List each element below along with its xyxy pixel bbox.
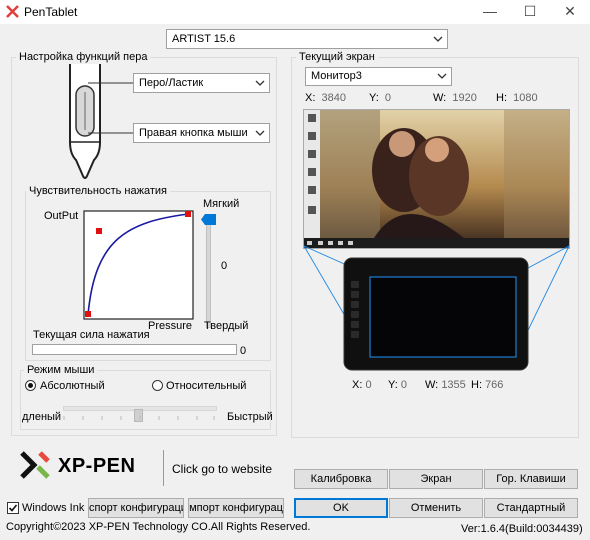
screen-w-label: W: [433,92,447,104]
upper-button-value: Перо/Ластик [139,77,204,89]
import-config-button[interactable]: мпорт конфигурац [188,498,284,518]
device-select-value: ARTIST 15.6 [172,33,236,45]
curve-control-point [96,228,102,234]
website-link[interactable]: Click go to website [172,462,272,476]
windows-ink-checkbox[interactable] [7,502,19,514]
chevron-down-icon [255,130,265,136]
chevron-down-icon [255,80,265,86]
version-text: Ver:1.6.4(Build:0034439) [461,523,583,535]
tablet-display-icon [343,257,529,371]
mouse-mode-title: Режим мыши [24,364,98,376]
tablet-x-value: 0 [365,379,372,391]
windows-ink-label: Windows Ink [22,502,85,514]
tablet-x: X: 0 [352,379,372,391]
upper-button-select[interactable]: Перо/Ластик [133,73,270,93]
screen-x-label: X: [305,92,316,104]
screen-h-label: H: [496,92,507,104]
screen-title: Текущий экран [296,51,378,63]
copyright-text: Copyright©2023 XP-PEN Technology CO.All … [6,521,311,533]
screen-button[interactable]: Экран [389,469,483,489]
screen-x-value: 3840 [321,92,347,104]
screen-h-value: 1080 [513,92,538,104]
close-button[interactable]: ✕ [550,0,590,24]
xp-pen-logo-icon [20,451,50,479]
current-pressure-label: Текущая сила нажатия [33,329,150,341]
curve-end-point [185,211,191,217]
desktop-wallpaper-image [304,110,569,248]
curve-start-point [85,311,91,317]
speed-slow-label: дленый [22,411,62,423]
minimize-button[interactable]: — [470,0,510,24]
monitor-select-value: Монитор3 [311,70,362,82]
relative-label: Относительный [166,380,247,392]
current-pressure-value: 0 [240,345,247,357]
brand-divider [163,450,164,486]
pressure-axis-label: Pressure [148,320,193,332]
brand-logo-text: XP-PEN [58,455,136,477]
chevron-down-icon [433,36,443,42]
screen-y-label: Y: [369,92,379,104]
tablet-w-value: 1355 [441,379,466,391]
export-config-button[interactable]: спорт конфигураци [88,498,184,518]
screen-w: W: 1920 [433,92,477,104]
screen-y: Y: 0 [369,92,391,104]
tablet-w: W: 1355 [425,379,466,391]
screen-h: H: 1080 [496,92,538,104]
tablet-w-label: W: [425,379,439,391]
calibration-button[interactable]: Калибровка [294,469,388,489]
output-label: OutPut [44,210,79,222]
speed-fast-label: Быстрый [227,411,273,423]
tablet-h-value: 766 [485,379,504,391]
sensitivity-value: 0 [221,260,228,272]
monitor-select[interactable]: Монитор3 [305,67,452,86]
sensitivity-slider-thumb[interactable] [201,214,217,226]
checkmark-icon [8,504,18,512]
tablet-y: Y: 0 [388,379,407,391]
window-title: PenTablet [24,5,78,19]
default-button[interactable]: Стандартный [484,498,578,518]
pen-button-leader-lines [88,82,134,134]
absolute-label: Абсолютный [40,380,105,392]
screen-y-value: 0 [384,92,392,104]
maximize-button[interactable]: ☐ [510,0,550,24]
relative-radio[interactable] [152,380,163,391]
screen-w-value: 1920 [452,92,477,104]
tablet-y-value: 0 [400,379,407,391]
current-pressure-bar [32,344,237,355]
chevron-down-icon [437,73,447,79]
tablet-h-label: H: [471,379,482,391]
lower-button-select[interactable]: Правая кнопка мыши [133,123,270,143]
app-icon [6,5,19,18]
tablet-x-label: X: [352,379,363,391]
pen-settings-title: Настройка функций пера [16,51,151,63]
screen-preview[interactable] [303,109,570,249]
hotkeys-button[interactable]: Гор. Клавиши [484,469,578,489]
pressure-title: Чувствительность нажатия [26,185,170,197]
pressure-curve-graph [83,210,194,320]
device-select[interactable]: ARTIST 15.6 [166,29,448,49]
tablet-h: H: 766 [471,379,503,391]
lower-button-value: Правая кнопка мыши [139,127,248,139]
cancel-button[interactable]: Отменить [389,498,483,518]
tablet-y-label: Y: [388,379,398,391]
screen-x: X: 3840 [305,92,346,104]
absolute-radio[interactable] [25,380,36,391]
ok-button[interactable]: OK [294,498,388,518]
title-bar: PenTablet — ☐ ✕ [0,0,590,24]
sensitivity-slider-track[interactable] [206,220,211,328]
hard-label: Твердый [204,320,249,332]
speed-slider-ticks [63,416,215,420]
soft-label: Мягкий [203,198,240,210]
